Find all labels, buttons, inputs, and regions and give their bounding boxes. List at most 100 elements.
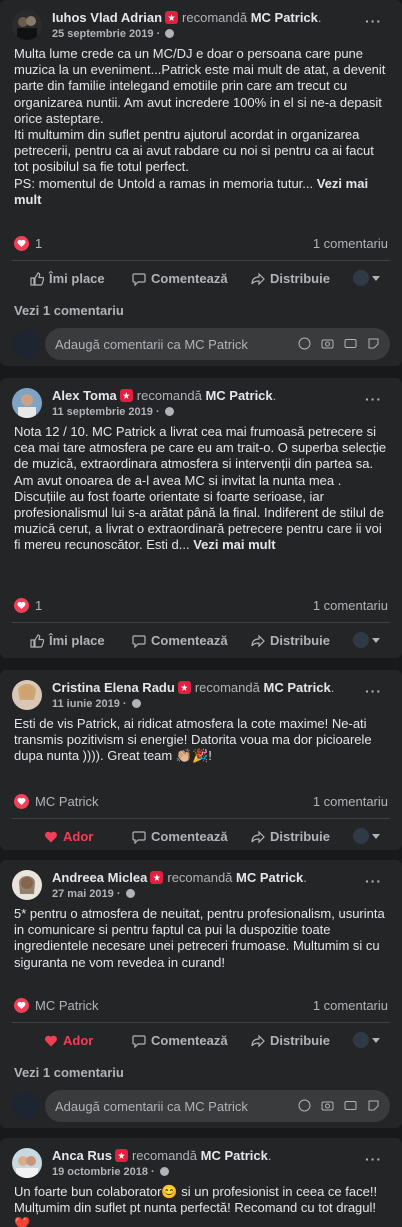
recommends-label: recomandă — [182, 10, 248, 25]
love-label: Ador — [63, 829, 94, 844]
author-avatar[interactable] — [12, 680, 42, 710]
share-button[interactable]: Distribuie — [251, 633, 330, 648]
comment-button[interactable]: Comentează — [132, 1033, 228, 1048]
comment-input[interactable]: Adaugă comentarii ca MC Patrick — [45, 1090, 390, 1122]
post-as-selector[interactable] — [353, 1032, 380, 1048]
more-options-button[interactable]: ··· — [365, 14, 382, 28]
author-avatar[interactable] — [12, 10, 42, 40]
sticker-icon[interactable] — [367, 1099, 380, 1112]
review-post: Alex Toma recomandă MC Patrick. 11 septem… — [0, 378, 402, 658]
comment-icon — [132, 634, 146, 648]
commenter-avatar — [12, 1092, 40, 1120]
reaction-names[interactable]: MC Patrick — [35, 794, 99, 809]
reaction-names[interactable]: MC Patrick — [35, 998, 99, 1013]
share-icon — [251, 1034, 265, 1047]
post-as-selector[interactable] — [353, 270, 380, 286]
heart-icon — [45, 831, 57, 842]
page-name[interactable]: MC Patrick — [201, 1148, 268, 1163]
page-avatar — [353, 1032, 369, 1048]
post-text: Un foarte bun colaborator😊 si un profesi… — [14, 1184, 378, 1227]
reaction-count[interactable]: 1 — [35, 598, 42, 613]
love-button[interactable]: Ador — [44, 829, 93, 844]
recommends-label: recomandă — [167, 870, 233, 885]
post-date[interactable]: 27 mai 2019 · — [52, 888, 124, 900]
post-as-selector[interactable] — [353, 632, 380, 648]
post-as-selector[interactable] — [353, 828, 380, 844]
comment-button[interactable]: Comentează — [132, 829, 228, 844]
review-post: Anca Rus recomandă MC Patrick. 19 octombr… — [0, 1138, 402, 1227]
page-name[interactable]: MC Patrick — [263, 680, 330, 695]
love-reaction-icon — [14, 794, 29, 809]
comment-count[interactable]: 1 comentariu — [313, 998, 388, 1013]
post-text: Esti de vis Patrick, ai ridicat atmosfer… — [14, 716, 372, 764]
comment-label: Comentează — [151, 633, 228, 648]
more-options-button[interactable]: ··· — [365, 1152, 382, 1166]
comment-icon — [132, 1034, 146, 1048]
share-label: Distribuie — [270, 633, 330, 648]
comment-label: Comentează — [151, 1033, 228, 1048]
page-name[interactable]: MC Patrick — [251, 10, 318, 25]
author-name[interactable]: Iuhos Vlad Adrian — [52, 10, 162, 25]
author-name[interactable]: Anca Rus — [52, 1148, 112, 1163]
like-button[interactable]: Îmi place — [30, 633, 105, 648]
comment-count[interactable]: 1 comentariu — [313, 794, 388, 809]
thumbs-up-icon — [30, 633, 44, 648]
love-button[interactable]: Ador — [44, 1033, 93, 1048]
post-date[interactable]: 19 octombrie 2018 · — [52, 1166, 158, 1178]
view-comments-link[interactable]: Vezi 1 comentariu — [0, 297, 402, 318]
post-date[interactable]: 25 septembrie 2019 · — [52, 28, 163, 40]
more-options-button[interactable]: ··· — [365, 874, 382, 888]
author-avatar[interactable] — [12, 1148, 42, 1178]
page-name[interactable]: MC Patrick — [236, 870, 303, 885]
comment-button[interactable]: Comentează — [132, 271, 228, 286]
comment-count[interactable]: 1 comentariu — [313, 236, 388, 251]
share-button[interactable]: Distribuie — [251, 829, 330, 844]
globe-icon — [164, 407, 174, 416]
gif-icon[interactable] — [344, 1099, 357, 1112]
share-label: Distribuie — [270, 271, 330, 286]
share-button[interactable]: Distribuie — [251, 271, 330, 286]
recommend-icon — [119, 389, 133, 402]
page-name[interactable]: MC Patrick — [205, 388, 272, 403]
author-name[interactable]: Alex Toma — [52, 388, 117, 403]
share-label: Distribuie — [270, 1033, 330, 1048]
comment-input[interactable]: Adaugă comentarii ca MC Patrick — [45, 328, 390, 360]
like-label: Îmi place — [49, 271, 105, 286]
comment-count[interactable]: 1 comentariu — [313, 598, 388, 613]
comment-label: Comentează — [151, 271, 228, 286]
comment-label: Comentează — [151, 829, 228, 844]
like-button[interactable]: Îmi place — [30, 271, 105, 286]
sticker-icon[interactable] — [367, 337, 380, 350]
love-reaction-icon — [14, 236, 29, 251]
comment-icon — [132, 272, 146, 286]
comment-button[interactable]: Comentează — [132, 633, 228, 648]
recommend-icon — [165, 11, 179, 24]
author-name[interactable]: Cristina Elena Radu — [52, 680, 175, 695]
author-avatar[interactable] — [12, 388, 42, 418]
love-label: Ador — [63, 1033, 94, 1048]
review-post: Cristina Elena Radu recomandă MC Patrick.… — [0, 670, 402, 850]
author-name[interactable]: Andreea Miclea — [52, 870, 147, 885]
page-avatar — [353, 632, 369, 648]
more-options-button[interactable]: ··· — [365, 392, 382, 406]
globe-icon — [159, 1167, 169, 1176]
review-post: Andreea Miclea recomandă MC Patrick. 27 m… — [0, 860, 402, 1128]
camera-icon[interactable] — [321, 337, 334, 350]
emoji-icon[interactable] — [298, 1099, 311, 1112]
post-text: Nota 12 / 10. MC Patrick a livrat cea ma… — [14, 424, 387, 553]
see-more-link[interactable]: Vezi mai mult — [193, 537, 275, 552]
reaction-count[interactable]: 1 — [35, 236, 42, 251]
post-date[interactable]: 11 septembrie 2019 · — [52, 406, 163, 418]
globe-icon — [125, 889, 135, 898]
gif-icon[interactable] — [344, 337, 357, 350]
caret-down-icon — [372, 1037, 380, 1043]
more-options-button[interactable]: ··· — [365, 684, 382, 698]
share-button[interactable]: Distribuie — [251, 1033, 330, 1048]
camera-icon[interactable] — [321, 1099, 334, 1112]
recommends-label: recomandă — [194, 680, 260, 695]
emoji-icon[interactable] — [298, 337, 311, 350]
author-avatar[interactable] — [12, 870, 42, 900]
post-date[interactable]: 11 iunie 2019 · — [52, 698, 130, 710]
recommend-icon — [177, 681, 191, 694]
view-comments-link[interactable]: Vezi 1 comentariu — [0, 1059, 402, 1080]
